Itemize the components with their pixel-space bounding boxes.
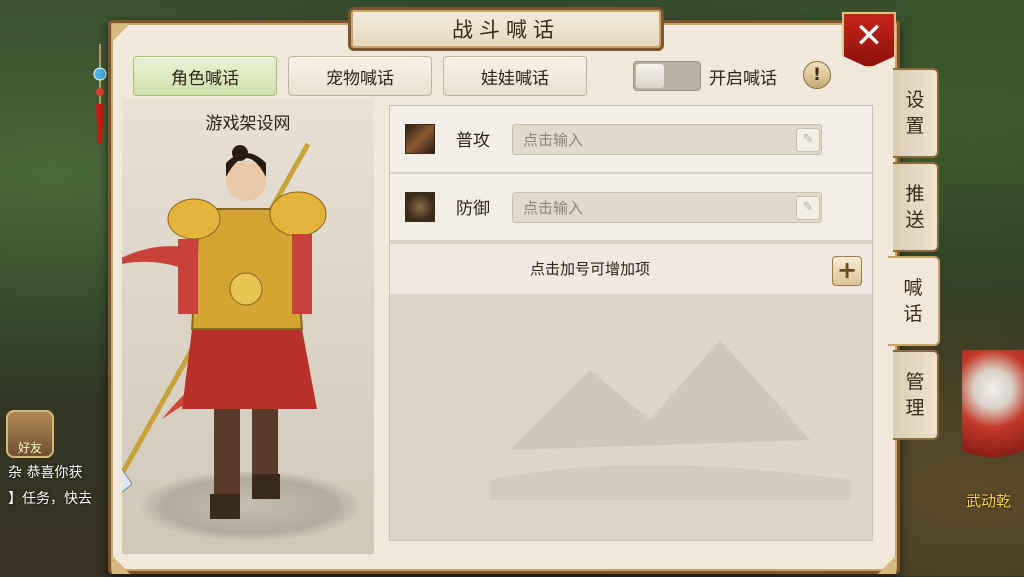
friend-button[interactable]: 好友 (6, 410, 54, 458)
shout-toggle[interactable] (633, 61, 701, 91)
skill-name: 防御 (456, 199, 490, 219)
npc-name: 武动乾 (966, 492, 1012, 510)
panel-title: 战斗喊话 (348, 7, 664, 51)
shout-row-defend: 防御 点击输入 ✎ (390, 174, 872, 241)
npc-lion-dancer[interactable] (962, 350, 1024, 480)
side-tab-settings[interactable]: 设置 (893, 68, 939, 158)
jade-pendant-icon (93, 44, 107, 144)
add-item-button[interactable]: + (832, 256, 862, 286)
sword-icon (405, 124, 435, 154)
corner-ornament: ◢ (877, 549, 897, 577)
chat-message[interactable]: 】任务，快去 (8, 488, 92, 508)
pencil-icon[interactable]: ✎ (796, 128, 820, 152)
close-icon: ✕ (854, 16, 884, 56)
tab-role-shout[interactable]: 角色喊话 (133, 56, 277, 96)
armor-icon (405, 192, 435, 222)
side-tab-shout[interactable]: 喊话 (888, 256, 940, 346)
landscape-painting-decoration (490, 340, 850, 500)
warrior-character-figure (122, 142, 327, 519)
pencil-icon[interactable]: ✎ (796, 196, 820, 220)
shout-input[interactable]: 点击输入 (512, 124, 822, 155)
side-tab-push[interactable]: 推送 (893, 162, 939, 252)
corner-ornament: ◤ (111, 17, 131, 45)
shout-input[interactable]: 点击输入 (512, 192, 822, 223)
shout-toggle-label: 开启喊话 (709, 69, 777, 89)
add-item-hint: 点击加号可增加项 (529, 260, 650, 278)
skill-name: 普攻 (456, 131, 490, 151)
help-button[interactable]: ! (803, 61, 831, 89)
tab-doll-shout[interactable]: 娃娃喊话 (443, 56, 587, 96)
character-portrait-area: 游戏架设网 (122, 99, 374, 554)
chat-message[interactable]: 杂 恭喜你获 (8, 462, 82, 482)
side-tab-manage[interactable]: 管理 (893, 350, 939, 440)
shout-list: 普攻 点击输入 ✎ 防御 点击输入 ✎ 点击加号可增加项 + (389, 105, 873, 541)
add-item-row: 点击加号可增加项 + (390, 244, 872, 294)
toggle-knob (636, 64, 664, 88)
tab-pet-shout[interactable]: 宠物喊话 (288, 56, 432, 96)
shout-row-normal-attack: 普攻 点击输入 ✎ (390, 106, 872, 173)
